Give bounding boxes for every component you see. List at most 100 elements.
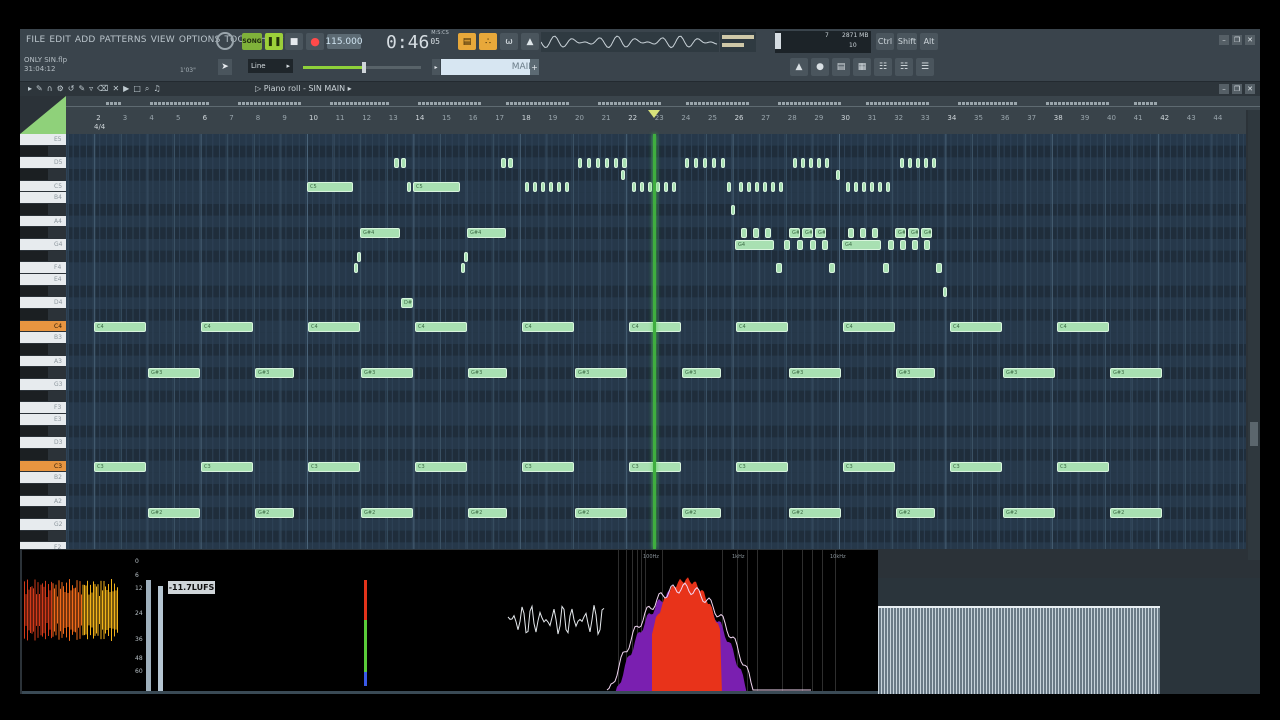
midi-note[interactable] — [809, 158, 813, 169]
menu-add[interactable]: ADD — [73, 35, 98, 45]
midi-note[interactable]: G#2 — [575, 508, 627, 519]
piano-key[interactable] — [20, 309, 48, 320]
tempo-display[interactable]: 115.000 — [325, 34, 363, 49]
midi-note[interactable]: G#3 — [1003, 368, 1055, 379]
midi-note[interactable]: C5 — [307, 181, 353, 192]
ctrl-modifier[interactable]: Ctrl — [876, 33, 894, 50]
piano-key[interactable] — [20, 484, 48, 495]
piano-key[interactable] — [20, 367, 48, 378]
midi-note[interactable]: C3 — [1057, 461, 1109, 472]
midi-note[interactable] — [578, 158, 582, 169]
midi-note[interactable] — [900, 240, 906, 250]
midi-note[interactable] — [771, 181, 775, 192]
midi-note[interactable] — [461, 263, 465, 274]
midi-note[interactable] — [703, 158, 707, 169]
event-overview[interactable] — [66, 96, 1260, 110]
midi-note[interactable] — [501, 158, 506, 169]
midi-note[interactable]: G#2 — [789, 508, 841, 519]
midi-note[interactable] — [747, 181, 751, 192]
midi-note[interactable]: C4 — [308, 321, 360, 332]
piano-key[interactable] — [20, 507, 48, 518]
midi-note[interactable] — [685, 158, 689, 169]
midi-note[interactable] — [753, 228, 759, 239]
midi-note[interactable] — [872, 228, 878, 239]
pattern-add-button[interactable]: + — [530, 59, 539, 75]
midi-note[interactable]: C3 — [201, 461, 253, 472]
midi-note[interactable]: G#2 — [255, 508, 294, 519]
midi-note[interactable] — [755, 181, 759, 192]
midi-note[interactable] — [797, 240, 803, 250]
midi-note[interactable]: C3 — [308, 461, 360, 472]
midi-note[interactable] — [801, 158, 805, 169]
song-mode-button[interactable]: SONG — [242, 33, 262, 50]
piano-key[interactable] — [20, 390, 48, 402]
pattern-selector[interactable]: MAIN — [441, 59, 539, 75]
midi-note[interactable] — [565, 181, 569, 192]
midi-note[interactable] — [900, 158, 904, 169]
midi-note[interactable] — [870, 181, 874, 192]
pattern-song-indicator[interactable] — [216, 32, 234, 50]
metronome-button[interactable]: ▲ — [521, 33, 539, 50]
midi-note[interactable]: G#4 — [802, 228, 813, 239]
midi-note[interactable]: G#4 — [789, 228, 800, 239]
midi-note[interactable]: G#4 — [895, 228, 906, 239]
piano-key[interactable] — [20, 344, 48, 355]
midi-note[interactable]: G#3 — [255, 368, 294, 379]
minimize-button[interactable]: – — [1219, 35, 1229, 45]
midi-note[interactable] — [936, 263, 942, 274]
midi-note[interactable] — [741, 228, 747, 239]
midi-note[interactable] — [605, 158, 609, 169]
midi-note[interactable] — [640, 181, 644, 192]
midi-note[interactable] — [908, 158, 912, 169]
midi-note[interactable]: G#2 — [361, 508, 413, 519]
midi-note[interactable] — [549, 181, 553, 192]
piano-key[interactable] — [20, 250, 48, 262]
midi-note[interactable] — [916, 158, 920, 169]
midi-note[interactable]: G#3 — [361, 368, 413, 379]
playlist-button[interactable]: ▲ — [790, 58, 808, 76]
midi-note[interactable] — [878, 181, 882, 192]
midi-note[interactable]: C3 — [736, 461, 788, 472]
stop-button[interactable]: ■ — [285, 33, 303, 50]
piano-key[interactable] — [20, 145, 48, 157]
midi-note[interactable] — [862, 181, 866, 192]
pattern-prev-button[interactable]: ▸ — [432, 59, 440, 75]
vertical-scrollbar[interactable] — [1248, 110, 1260, 560]
midi-note[interactable] — [587, 158, 591, 169]
midi-note[interactable] — [846, 181, 850, 192]
pr-close-button[interactable]: ✕ — [1245, 84, 1255, 94]
piano-key[interactable] — [20, 425, 48, 437]
piano-key[interactable] — [20, 285, 48, 297]
midi-note[interactable] — [357, 251, 361, 262]
midi-note[interactable] — [924, 240, 930, 250]
pr-restore-button[interactable]: ❐ — [1232, 84, 1242, 94]
midi-note[interactable] — [912, 240, 918, 250]
midi-note[interactable]: G#2 — [468, 508, 507, 519]
midi-note[interactable] — [712, 158, 716, 169]
midi-note[interactable]: C4 — [950, 321, 1002, 332]
piano-key[interactable] — [20, 169, 48, 180]
midi-note[interactable] — [354, 263, 358, 274]
snap-arrow-button[interactable]: ➤ — [218, 59, 232, 75]
midi-note[interactable] — [860, 228, 866, 239]
piano-key[interactable] — [20, 449, 48, 460]
record-button[interactable]: ● — [306, 33, 324, 50]
midi-note[interactable]: G#3 — [148, 368, 200, 379]
midi-note[interactable] — [739, 181, 743, 192]
midi-note[interactable] — [854, 181, 858, 192]
typing-keyboard-button[interactable]: ▤ — [458, 33, 476, 50]
midi-note[interactable] — [533, 181, 537, 192]
midi-note[interactable] — [817, 158, 821, 169]
piano-key[interactable] — [20, 204, 48, 215]
midi-note[interactable]: C5 — [413, 181, 460, 192]
midi-note[interactable]: G#2 — [1003, 508, 1055, 519]
midi-note[interactable]: C3 — [94, 461, 146, 472]
piano-key[interactable] — [20, 530, 48, 542]
midi-note[interactable] — [825, 158, 829, 169]
piano-key[interactable] — [20, 227, 48, 238]
midi-note[interactable] — [829, 263, 835, 274]
midi-note[interactable]: G#2 — [1110, 508, 1162, 519]
midi-note[interactable] — [656, 181, 660, 192]
midi-note[interactable]: D#4 — [401, 298, 413, 309]
midi-note[interactable] — [407, 181, 411, 192]
